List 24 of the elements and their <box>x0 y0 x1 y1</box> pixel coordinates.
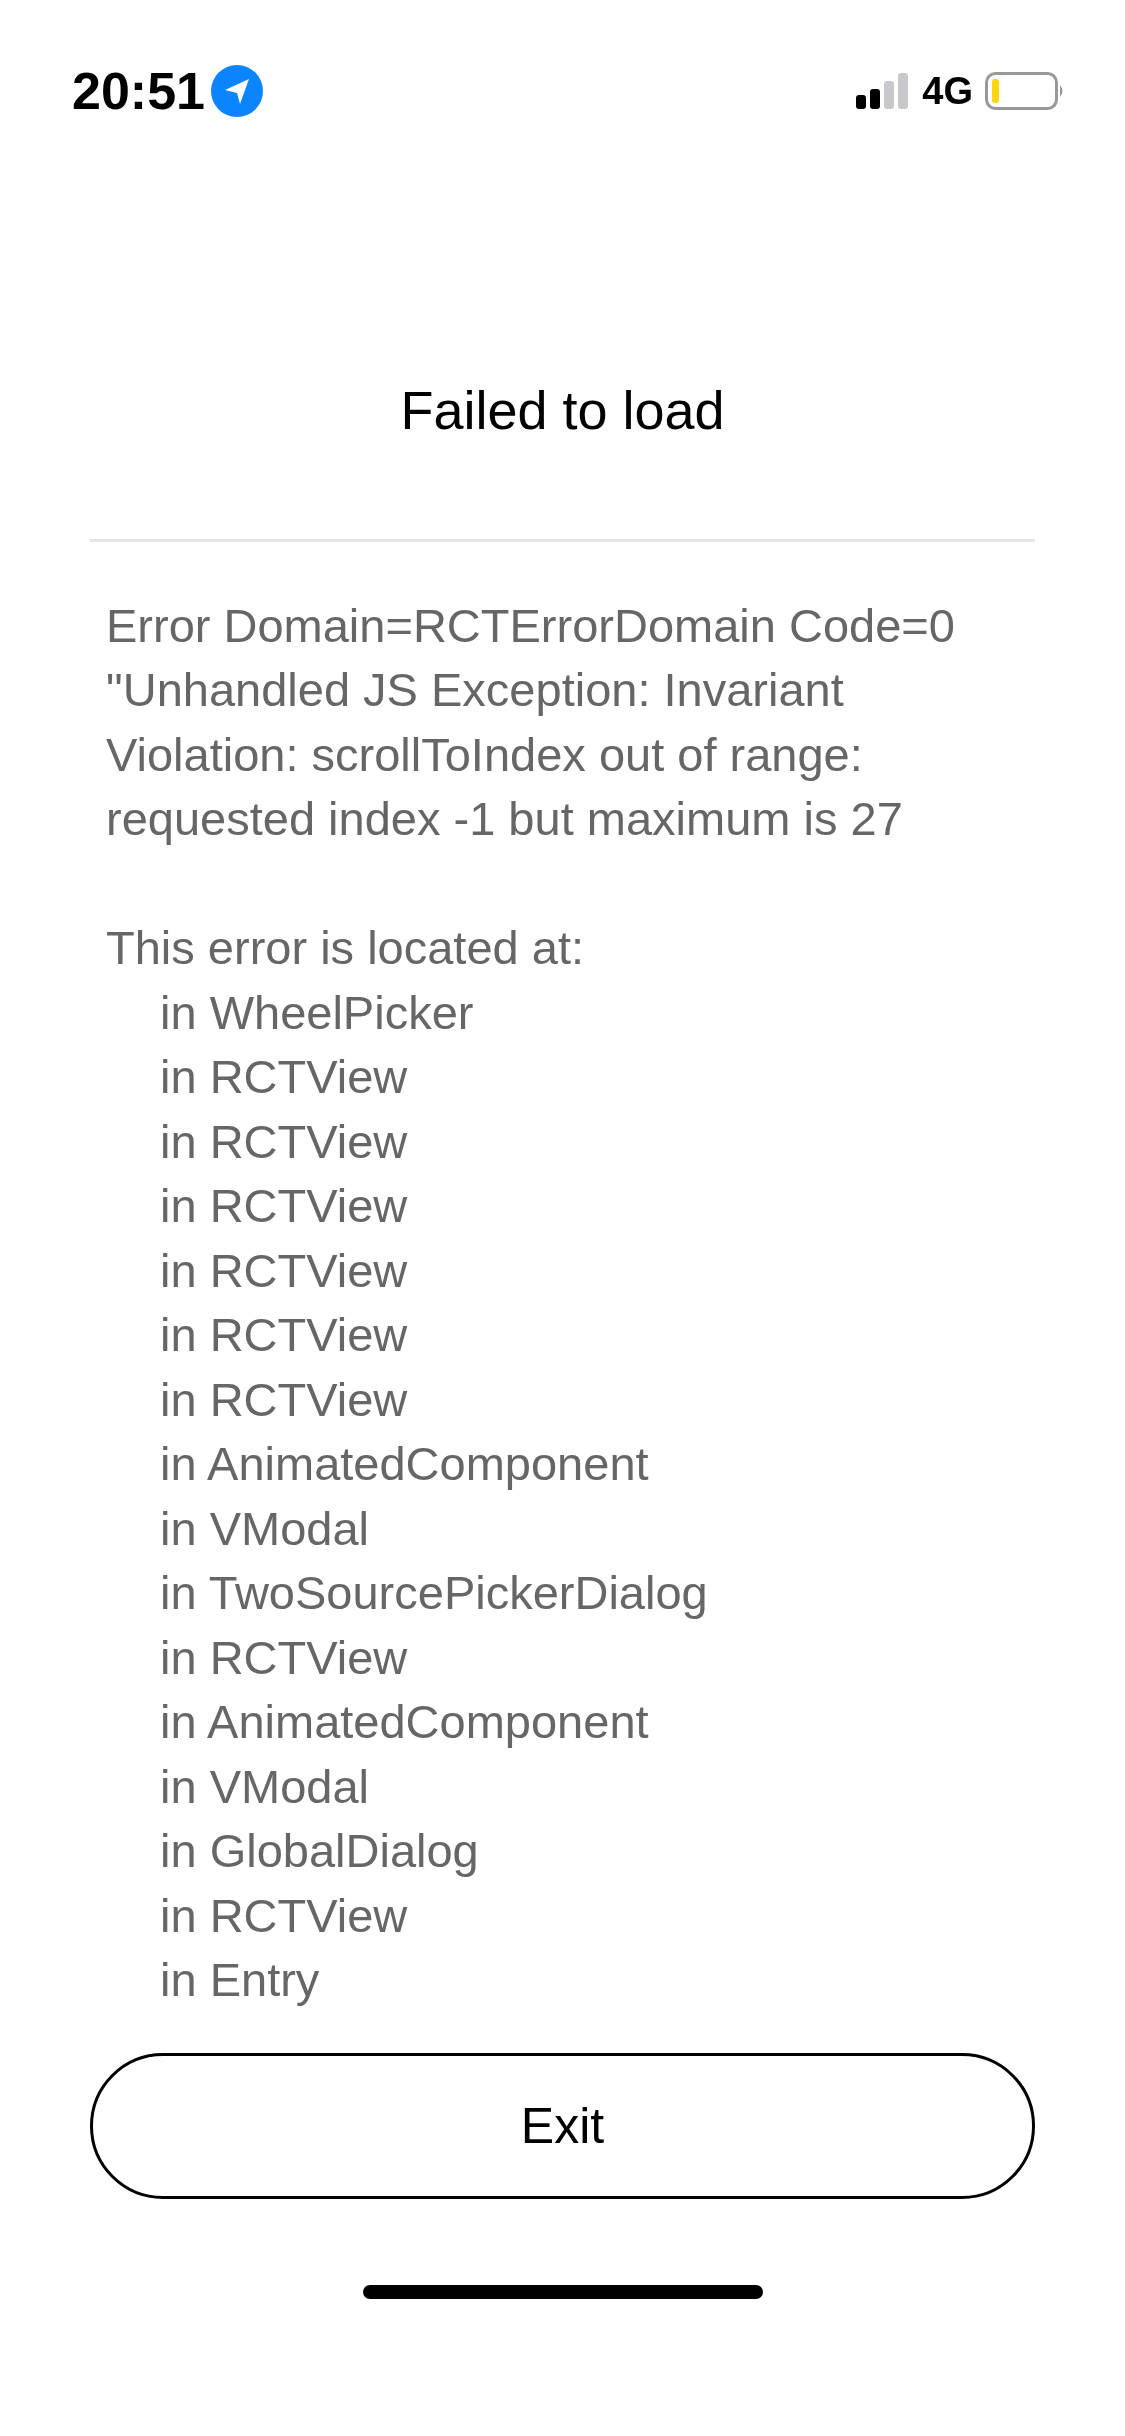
stack-frame: in VModal <box>106 1496 1019 1562</box>
network-label: 4G <box>922 69 973 113</box>
stack-frame: in AnimatedComponent <box>106 1432 1019 1497</box>
error-message: Error Domain=RCTErrorDomain Code=0 "Unhandled JS Exception: Invariant Violation: scrollToIndex out of range: requested index -1 but maximum is 27 <box>106 597 956 848</box>
status-time: 20:51 <box>72 61 205 121</box>
stack-frame: in Entry <box>106 1948 1019 2013</box>
stack-frame: in GlobalDialog <box>106 1819 1019 1884</box>
stack-frame: in WheelPicker <box>106 980 1019 1046</box>
stack-frame: in RCTView <box>106 1045 1019 1110</box>
stack-frame: in RCTView <box>106 1883 1019 1949</box>
stack-frame: in RCTView <box>106 1238 1019 1304</box>
stack-frame: in RCTView <box>106 1109 1019 1175</box>
stack-frame: in RCTView <box>106 1367 1019 1433</box>
stack-frame: in TwoSourcePickerDialog <box>106 1561 1019 1626</box>
signal-icon <box>856 73 911 109</box>
stack-frame: in VModal <box>106 1754 1019 1820</box>
stack-frame: in AnimatedComponent <box>106 1690 1019 1755</box>
battery-icon <box>985 72 1065 110</box>
stack-frame: in RCTView <box>106 1303 1019 1368</box>
stack-frame: in RCTView <box>106 1174 1019 1239</box>
exit-button[interactable]: Exit <box>90 2052 1035 2199</box>
dialog-title: Failed to load <box>400 379 725 442</box>
stack-frame: in RCTView <box>106 1625 1019 1691</box>
error-location-heading: This error is located at: <box>106 920 585 977</box>
